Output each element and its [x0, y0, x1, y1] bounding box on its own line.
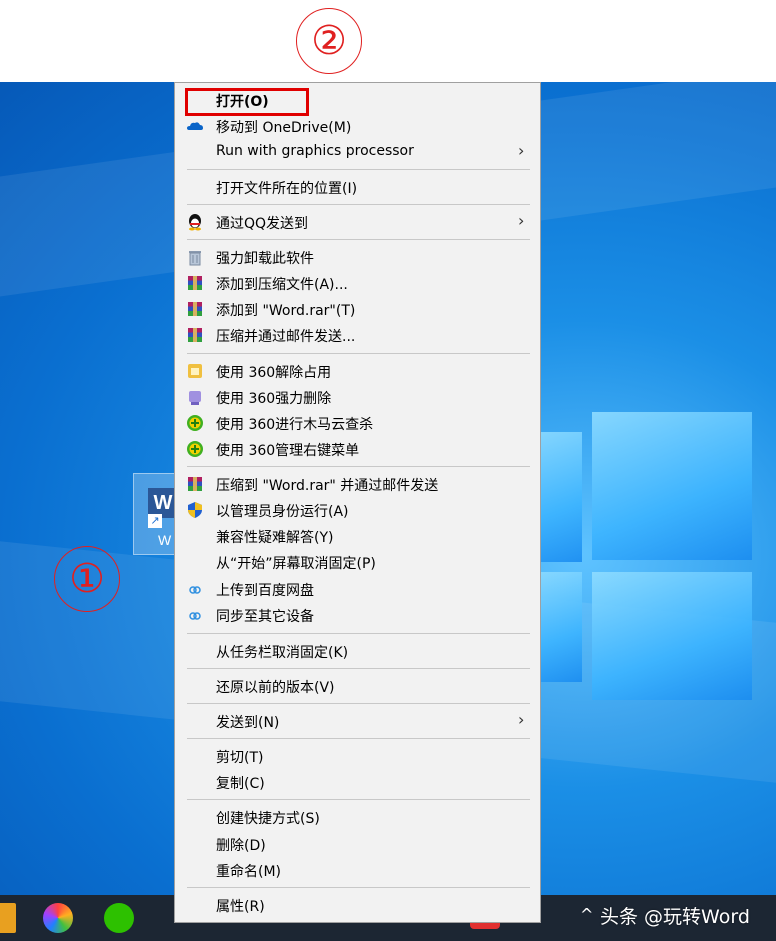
menu-item-properties[interactable]: 属性(R): [175, 892, 540, 918]
windows-logo: [530, 402, 776, 702]
menu-item-unpin-start[interactable]: 从“开始”屏幕取消固定(P): [175, 549, 540, 575]
menu-item-label: 属性(R): [216, 899, 265, 915]
context-menu: 打开(O) 移动到 OneDrive(M) Run with graphics …: [174, 82, 541, 923]
menu-item-uninstall[interactable]: 强力卸载此软件: [175, 244, 540, 270]
menu-item-360-scan[interactable]: 使用 360进行木马云查杀: [175, 410, 540, 436]
wechat-icon[interactable]: [104, 903, 134, 933]
shield-icon: [188, 502, 202, 518]
browser-icon[interactable]: [43, 903, 73, 933]
menu-item-label: 使用 360进行木马云查杀: [216, 417, 374, 433]
menu-item-label: 从“开始”屏幕取消固定(P): [216, 556, 376, 572]
menu-item-label: 压缩并通过邮件发送...: [216, 329, 356, 345]
trash-icon: [189, 251, 201, 266]
baidu-cloud-icon: [189, 586, 201, 594]
logo-pane: [592, 572, 752, 700]
menu-item-label: 还原以前的版本(V): [216, 680, 335, 696]
360-icon: [187, 415, 203, 431]
menu-separator: [187, 353, 530, 354]
menu-item-360-delete[interactable]: 使用 360强力删除: [175, 384, 540, 410]
chevron-right-icon: ›: [518, 141, 525, 160]
menu-separator: [187, 239, 530, 240]
menu-item-unpin-taskbar[interactable]: 从任务栏取消固定(K): [175, 638, 540, 664]
menu-item-label: 添加到 "Word.rar"(T): [216, 303, 356, 319]
menu-item-label: 强力卸载此软件: [216, 251, 314, 267]
360-unlock-icon: [188, 364, 202, 378]
menu-item-open[interactable]: 打开(O): [175, 87, 540, 116]
menu-item-rename[interactable]: 重命名(M): [175, 857, 540, 883]
menu-separator: [187, 668, 530, 669]
menu-item-360-unlock[interactable]: 使用 360解除占用: [175, 358, 540, 384]
menu-item-label: 压缩到 "Word.rar" 并通过邮件发送: [216, 478, 439, 494]
menu-item-run-gpu[interactable]: Run with graphics processor ›: [175, 139, 540, 165]
menu-item-label: 上传到百度网盘: [216, 583, 314, 599]
folder-icon[interactable]: [0, 903, 16, 933]
shortcut-arrow-icon: ↗: [148, 514, 162, 528]
menu-item-label: Run with graphics processor: [216, 143, 414, 159]
menu-item-restore[interactable]: 还原以前的版本(V): [175, 673, 540, 699]
menu-item-create-shortcut[interactable]: 创建快捷方式(S): [175, 804, 540, 830]
winrar-icon: [188, 276, 202, 290]
winrar-icon: [188, 328, 202, 342]
menu-separator: [187, 887, 530, 888]
menu-separator: [187, 204, 530, 205]
menu-item-label: 重命名(M): [216, 864, 282, 880]
chevron-right-icon: ›: [518, 211, 525, 230]
menu-item-add-word-rar[interactable]: 添加到 "Word.rar"(T): [175, 296, 540, 322]
menu-item-copy[interactable]: 复制(C): [175, 769, 540, 795]
menu-item-label: 剪切(T): [216, 750, 264, 766]
menu-item-delete[interactable]: 删除(D): [175, 831, 540, 857]
step-2-annotation: ②: [296, 8, 362, 74]
menu-item-label: 使用 360强力删除: [216, 391, 332, 407]
menu-item-label: 通过QQ发送到: [216, 216, 309, 232]
menu-item-label: 兼容性疑难解答(Y): [216, 530, 334, 546]
menu-item-label: 打开文件所在的位置(I): [216, 181, 358, 197]
tray-chevron-icon[interactable]: ^: [580, 905, 593, 924]
menu-item-label: 以管理员身份运行(A): [216, 504, 349, 520]
menu-separator: [187, 703, 530, 704]
file-label: W: [158, 532, 172, 548]
menu-item-label: 删除(D): [216, 838, 266, 854]
menu-item-open-location[interactable]: 打开文件所在的位置(I): [175, 174, 540, 200]
menu-item-label: 移动到 OneDrive(M): [216, 120, 352, 136]
menu-item-label: 复制(C): [216, 776, 265, 792]
menu-item-add-archive[interactable]: 添加到压缩文件(A)...: [175, 270, 540, 296]
menu-separator: [187, 466, 530, 467]
highlight-box: [185, 88, 309, 116]
menu-item-label: 从任务栏取消固定(K): [216, 645, 349, 661]
baidu-cloud-icon: [189, 612, 201, 620]
menu-item-send-to[interactable]: 发送到(N) ›: [175, 708, 540, 734]
menu-item-upload-baidu[interactable]: 上传到百度网盘: [175, 576, 540, 602]
menu-item-cut[interactable]: 剪切(T): [175, 743, 540, 769]
winrar-icon: [188, 477, 202, 491]
qq-icon: [189, 214, 201, 231]
menu-item-label: 同步至其它设备: [216, 609, 314, 625]
menu-item-compress-word-email[interactable]: 压缩到 "Word.rar" 并通过邮件发送: [175, 471, 540, 497]
menu-item-send-qq[interactable]: 通过QQ发送到 ›: [175, 209, 540, 235]
watermark: 头条 @玩转Word: [600, 906, 750, 928]
menu-item-move-onedrive[interactable]: 移动到 OneDrive(M): [175, 113, 540, 139]
menu-separator: [187, 633, 530, 634]
menu-item-label: 使用 360管理右键菜单: [216, 443, 360, 459]
chevron-right-icon: ›: [518, 710, 525, 729]
menu-separator: [187, 169, 530, 170]
word-desktop-shortcut[interactable]: W ↗ W: [133, 473, 180, 555]
step-1-annotation: ①: [54, 546, 120, 612]
menu-item-360-menu[interactable]: 使用 360管理右键菜单: [175, 436, 540, 462]
winrar-icon: [188, 302, 202, 316]
360-icon: [187, 441, 203, 457]
menu-separator: [187, 738, 530, 739]
onedrive-icon: [187, 122, 203, 130]
menu-item-label: 使用 360解除占用: [216, 365, 332, 381]
menu-item-compat[interactable]: 兼容性疑难解答(Y): [175, 523, 540, 549]
menu-item-label: 添加到压缩文件(A)...: [216, 277, 348, 293]
360-delete-icon: [189, 391, 201, 405]
menu-item-compress-email[interactable]: 压缩并通过邮件发送...: [175, 322, 540, 348]
menu-separator: [187, 799, 530, 800]
menu-item-label: 发送到(N): [216, 715, 280, 731]
logo-pane: [592, 412, 752, 560]
menu-item-run-admin[interactable]: 以管理员身份运行(A): [175, 497, 540, 523]
menu-item-label: 创建快捷方式(S): [216, 811, 320, 827]
menu-item-sync-devices[interactable]: 同步至其它设备: [175, 602, 540, 628]
